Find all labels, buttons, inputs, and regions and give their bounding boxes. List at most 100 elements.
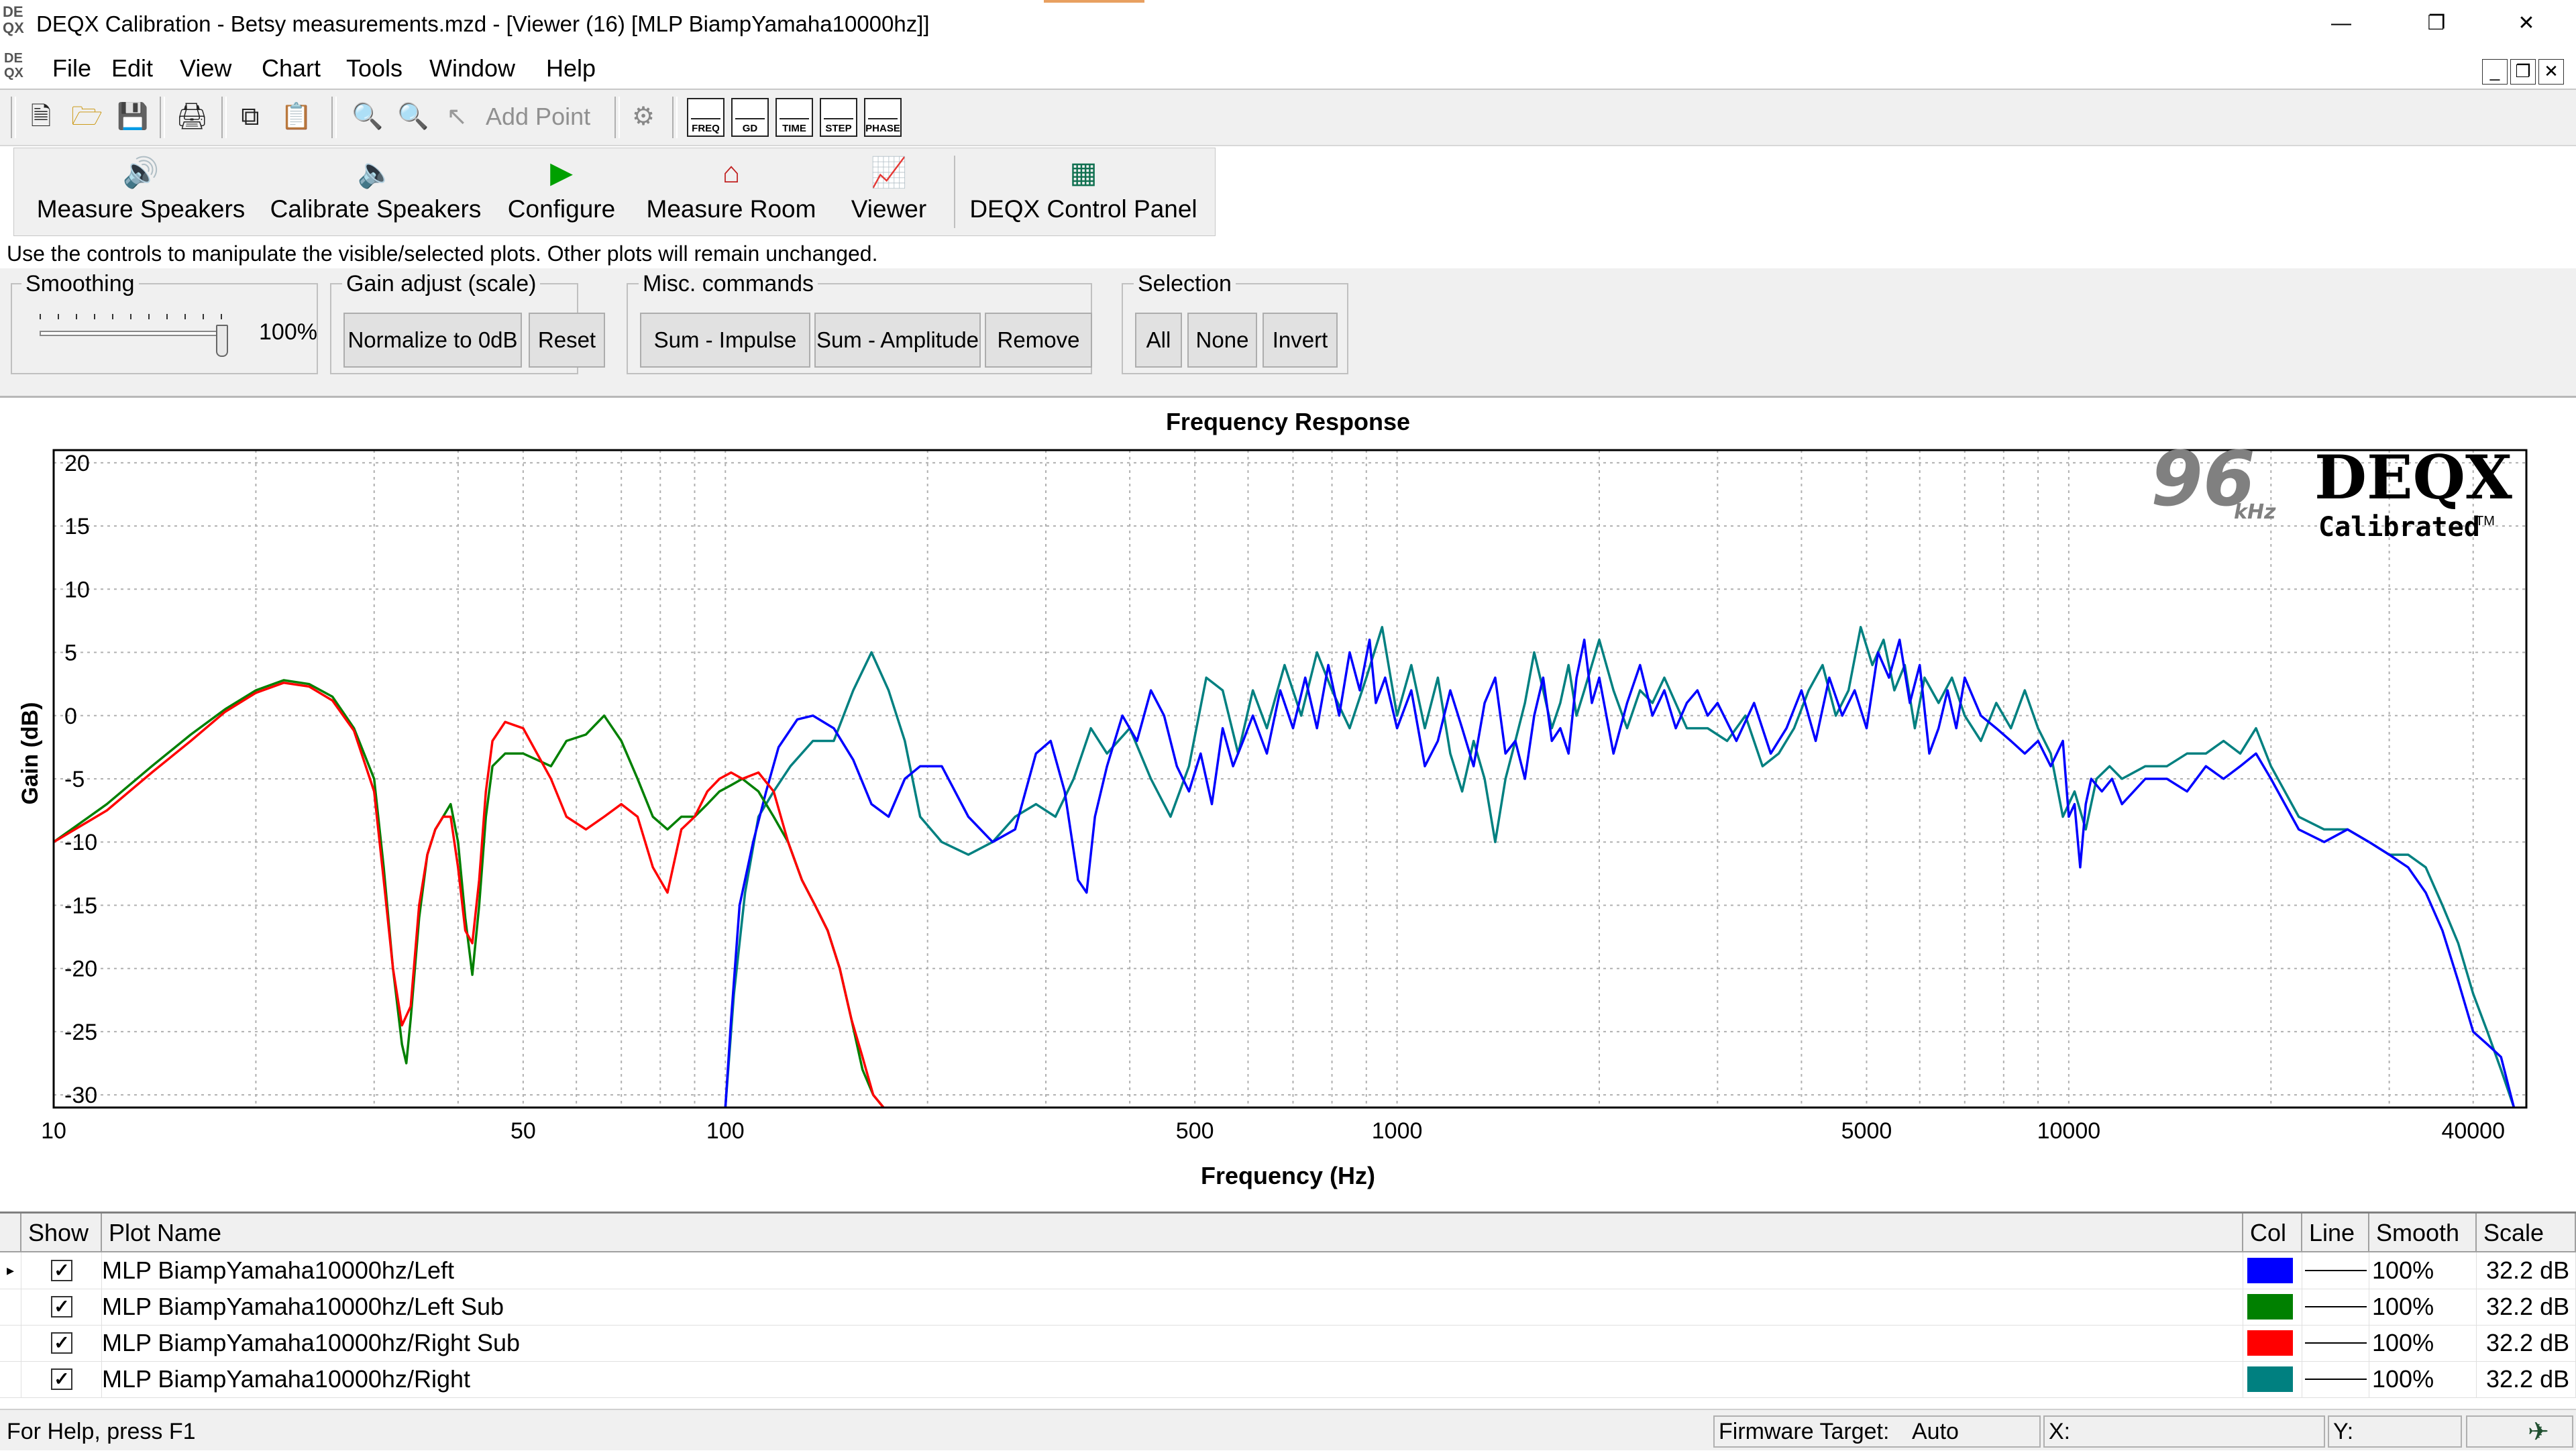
smooth-cell[interactable]: 100% <box>2369 1361 2477 1397</box>
mdi-close-button[interactable]: ✕ <box>2538 59 2564 85</box>
minimize-button[interactable]: — <box>2301 0 2381 47</box>
table-row[interactable]: ✓ MLP BiampYamaha10000hz/Right Sub 100% … <box>0 1325 2576 1362</box>
line-cell[interactable] <box>2302 1289 2369 1325</box>
smooth-cell[interactable]: 100% <box>2369 1252 2477 1289</box>
firmware-target-label: Firmware Target: <box>1719 1419 1890 1444</box>
y-tick-label: -10 <box>64 830 97 855</box>
sum-impulse-button[interactable]: Sum - Impulse <box>640 313 810 368</box>
menu-edit[interactable]: Edit <box>111 47 153 89</box>
plot-name-cell[interactable]: MLP BiampYamaha10000hz/Left <box>102 1252 2243 1289</box>
color-cell[interactable] <box>2243 1361 2302 1397</box>
print-icon[interactable]: 🖨 <box>176 101 208 133</box>
menu-help[interactable]: Help <box>546 47 596 89</box>
frequency-response-chart[interactable]: 20151050-5-10-15-20-25-3010 50 100 500 1000 5… <box>0 398 2576 1209</box>
view-freq-button[interactable]: FREQ <box>687 98 724 137</box>
smoothing-slider[interactable] <box>38 311 232 358</box>
color-cell[interactable] <box>2243 1252 2302 1289</box>
smooth-cell[interactable]: 100% <box>2369 1289 2477 1325</box>
measure-room-button[interactable]: ⌂ Measure Room <box>637 156 825 229</box>
scale-cell[interactable]: 32.2 dB <box>2477 1361 2576 1397</box>
line-cell[interactable] <box>2302 1361 2369 1397</box>
remove-button[interactable]: Remove <box>985 313 1092 368</box>
smoothing-slider-thumb[interactable] <box>216 325 228 357</box>
menu-chart[interactable]: Chart <box>262 47 321 89</box>
status-bar: For Help, press F1 Firmware Target: Auto… <box>0 1409 2576 1450</box>
scale-cell[interactable]: 32.2 dB <box>2477 1289 2576 1325</box>
zoom-in-icon[interactable]: 🔍 <box>397 101 429 133</box>
line-cell[interactable] <box>2302 1325 2369 1361</box>
mdi-minimize-button[interactable]: _ <box>2482 59 2508 85</box>
x-tick-label: 50 <box>511 1118 536 1144</box>
column-header-show[interactable]: Show <box>21 1214 102 1252</box>
plot-name-cell[interactable]: MLP BiampYamaha10000hz/Right <box>102 1361 2243 1397</box>
menu-window[interactable]: Window <box>429 47 515 89</box>
paste-icon[interactable]: 📋 <box>280 101 312 133</box>
current-row-marker-icon: ▸ <box>0 1252 21 1289</box>
measure-speakers-button[interactable]: 🔊 Measure Speakers <box>27 156 255 229</box>
menu-tools[interactable]: Tools <box>346 47 402 89</box>
calibrate-speakers-button[interactable]: 🔈 Calibrate Speakers <box>268 156 483 229</box>
line-cell[interactable] <box>2302 1252 2369 1289</box>
new-file-icon[interactable]: 🗎 <box>25 101 56 133</box>
column-header-smooth[interactable]: Smooth <box>2369 1214 2477 1252</box>
reset-button[interactable]: Reset <box>529 313 605 368</box>
table-row[interactable]: ✓ MLP BiampYamaha10000hz/Right 100% 32.2… <box>0 1361 2576 1398</box>
plot-name-cell[interactable]: MLP BiampYamaha10000hz/Right Sub <box>102 1325 2243 1361</box>
color-swatch[interactable] <box>2247 1294 2293 1320</box>
mdi-restore-button[interactable]: ❐ <box>2510 59 2536 85</box>
toolbar-separator <box>614 97 620 138</box>
select-none-button[interactable]: None <box>1187 313 1257 368</box>
color-cell[interactable] <box>2243 1289 2302 1325</box>
select-invert-button[interactable]: Invert <box>1263 313 1338 368</box>
restore-button[interactable]: ❐ <box>2396 0 2477 47</box>
column-header-col[interactable]: Col <box>2243 1214 2302 1252</box>
icon-toolbar: 🗎 🗁 💾 🖨 ⧉ 📋 🔍 🔍 ↖ Add Point ⚙ FREQ GD TI… <box>0 90 2576 146</box>
scale-cell[interactable]: 32.2 dB <box>2477 1252 2576 1289</box>
column-header-scale[interactable]: Scale <box>2477 1214 2576 1252</box>
window-title: DEQX Calibration - Betsy measurements.mz… <box>36 11 930 36</box>
smooth-cell[interactable]: 100% <box>2369 1325 2477 1361</box>
copy-icon[interactable]: ⧉ <box>235 101 266 133</box>
view-time-button[interactable]: TIME <box>775 98 813 137</box>
show-checkbox[interactable]: ✓ <box>51 1332 72 1354</box>
color-swatch[interactable] <box>2247 1258 2293 1283</box>
viewer-button[interactable]: 📈 Viewer <box>839 156 939 229</box>
color-swatch[interactable] <box>2247 1330 2293 1356</box>
plot-controls: Smoothing 100% Gain adjust (scale) Norma… <box>0 268 2576 396</box>
menu-view[interactable]: View <box>180 47 231 89</box>
plot-area[interactable]: 20 15 10 5 0 -5 -10 -15 -20 -25 -30 10 50 100 500 1000 5… <box>0 396 2576 1211</box>
gain-adjust-group-label: Gain adjust (scale) <box>342 271 541 297</box>
view-phase-button[interactable]: PHASE <box>864 98 902 137</box>
menu-file[interactable]: File <box>52 47 91 89</box>
deqx-control-panel-button[interactable]: ▦ DEQX Control Panel <box>966 156 1201 229</box>
view-gd-button[interactable]: GD <box>731 98 769 137</box>
smoothing-group-label: Smoothing <box>21 271 139 297</box>
show-checkbox[interactable]: ✓ <box>51 1260 72 1281</box>
table-row[interactable]: ✓ MLP BiampYamaha10000hz/Left Sub 100% 3… <box>0 1289 2576 1326</box>
line-style-sample <box>2305 1306 2367 1307</box>
close-button[interactable]: ✕ <box>2486 0 2567 47</box>
save-icon[interactable]: 💾 <box>117 101 148 133</box>
y-tick-label: -25 <box>64 1020 97 1045</box>
select-all-button[interactable]: All <box>1135 313 1182 368</box>
plot-name-cell[interactable]: MLP BiampYamaha10000hz/Left Sub <box>102 1289 2243 1325</box>
settings-gear-icon[interactable]: ⚙ <box>628 101 659 133</box>
column-header-line[interactable]: Line <box>2302 1214 2369 1252</box>
sum-amplitude-button[interactable]: Sum - Amplitude <box>814 313 981 368</box>
add-point-button[interactable]: Add Point <box>486 101 590 133</box>
scale-cell[interactable]: 32.2 dB <box>2477 1325 2576 1361</box>
show-checkbox[interactable]: ✓ <box>51 1368 72 1390</box>
column-header-plot-name[interactable]: Plot Name <box>102 1214 2243 1252</box>
show-checkbox[interactable]: ✓ <box>51 1296 72 1317</box>
color-cell[interactable] <box>2243 1325 2302 1361</box>
add-point-icon[interactable]: ↖ <box>441 101 472 133</box>
open-folder-icon[interactable]: 🗁 <box>71 101 103 133</box>
line-style-sample <box>2305 1379 2367 1380</box>
configure-button[interactable]: ▶ Configure <box>499 156 624 229</box>
normalize-button[interactable]: Normalize to 0dB <box>343 313 522 368</box>
view-step-button[interactable]: STEP <box>820 98 857 137</box>
speaker-measure-icon: 🔊 <box>122 156 160 189</box>
zoom-out-icon[interactable]: 🔍 <box>352 101 383 133</box>
color-swatch[interactable] <box>2247 1366 2293 1392</box>
table-row[interactable]: ▸ ✓ MLP BiampYamaha10000hz/Left 100% 32.… <box>0 1252 2576 1289</box>
